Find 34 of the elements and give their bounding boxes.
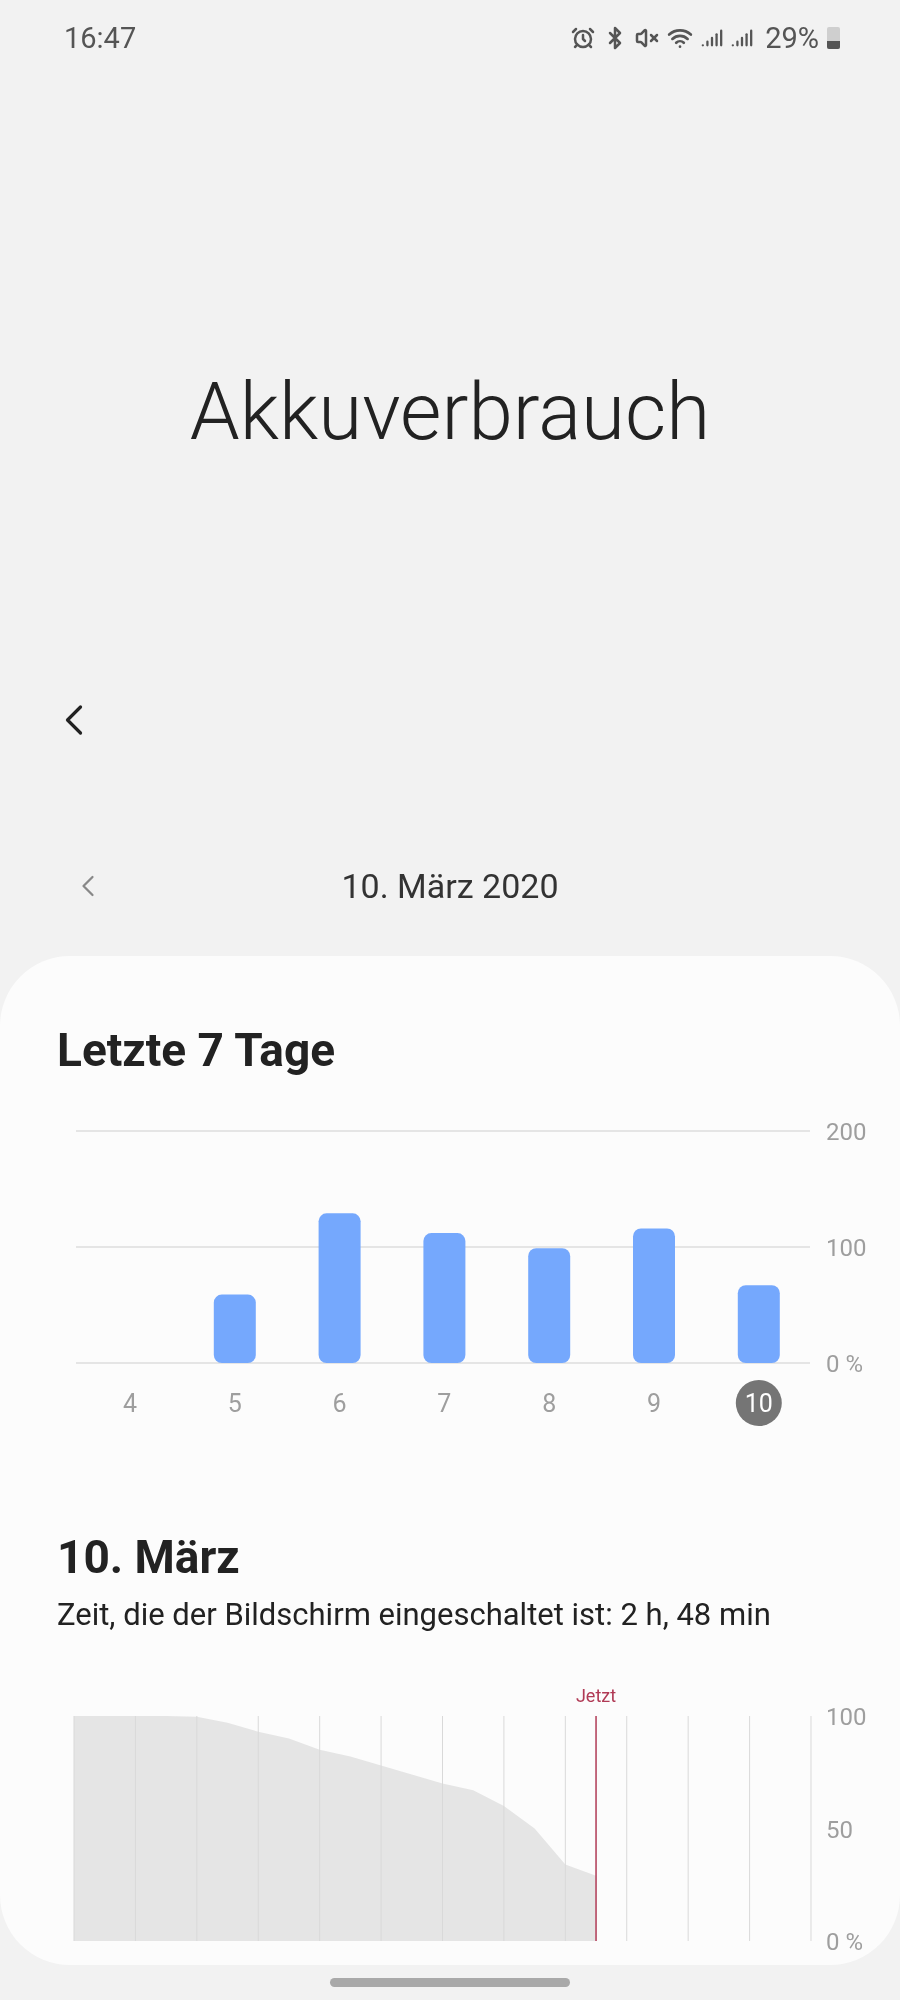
bar[interactable] xyxy=(633,1228,675,1363)
day-label[interactable]: 5 xyxy=(227,1389,242,1418)
bar[interactable] xyxy=(423,1233,466,1363)
selected-day-marker xyxy=(735,1380,782,1426)
axis-tick-label: 0 % xyxy=(826,1350,864,1378)
screen-time-text: Zeit, die der Bildschirm eingeschaltet ist: 2 h, 48 min xyxy=(57,1595,772,1635)
alarm-icon xyxy=(571,26,596,50)
section-title: Letzte 7 Tage xyxy=(57,1022,337,1078)
day-label[interactable]: 4 xyxy=(122,1389,138,1418)
date-label: 10. März 2020 xyxy=(341,866,559,906)
axis-tick-label: 200 xyxy=(826,1118,867,1146)
home-indicator[interactable] xyxy=(330,1978,570,1987)
signal-icon xyxy=(731,27,754,49)
signal-icon xyxy=(701,27,724,49)
day-label[interactable]: 9 xyxy=(646,1389,662,1418)
day-label[interactable]: 10 xyxy=(744,1389,773,1418)
page-title: Akkuverbrauch xyxy=(189,366,711,458)
bar[interactable] xyxy=(528,1248,571,1363)
battery-icon xyxy=(827,27,840,49)
day-label[interactable]: 6 xyxy=(332,1389,347,1418)
day-label[interactable]: 7 xyxy=(437,1389,452,1418)
section-title: 10. März xyxy=(57,1529,241,1585)
now-label: Jetzt xyxy=(575,1685,617,1706)
bar[interactable] xyxy=(737,1285,780,1363)
status-time: 16:47 xyxy=(64,21,137,55)
bar[interactable] xyxy=(318,1213,361,1363)
mute-icon xyxy=(635,26,660,50)
axis-tick-label: 100 xyxy=(826,1234,867,1262)
battery-percent: 29% xyxy=(765,21,819,55)
bar[interactable] xyxy=(213,1294,256,1363)
axis-tick-label: 0 % xyxy=(826,1928,864,1956)
axis-tick-label: 100 xyxy=(826,1703,867,1731)
day-label[interactable]: 8 xyxy=(542,1389,557,1418)
axis-tick-label: 50 xyxy=(826,1815,853,1844)
